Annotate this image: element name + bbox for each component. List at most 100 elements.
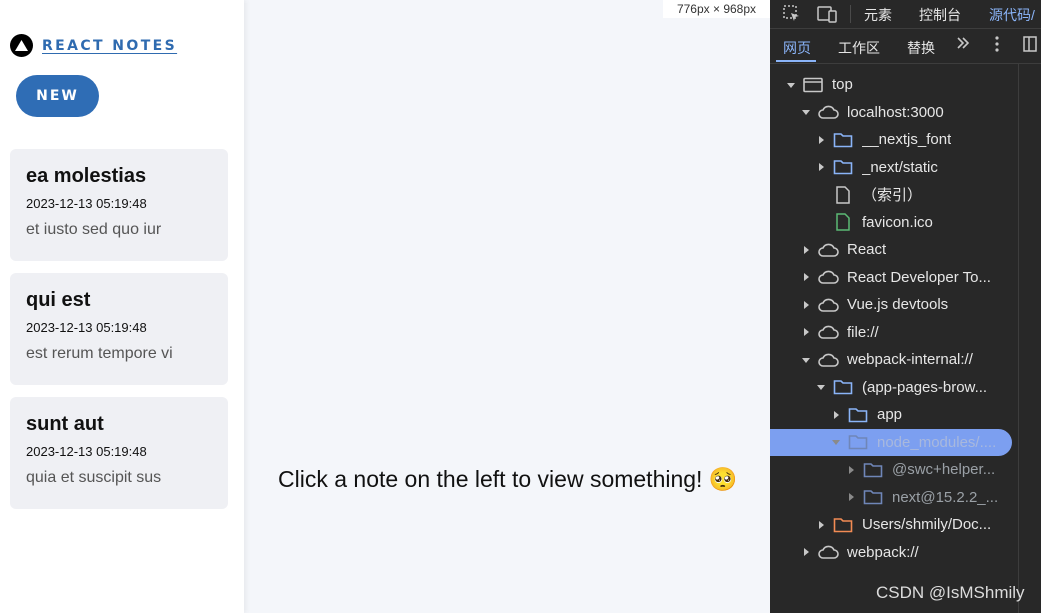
- note-excerpt: quia et suscipit sus: [26, 469, 162, 486]
- tree-item[interactable]: Vue.js devtools: [770, 291, 1018, 318]
- tree-item-label: webpack://: [847, 543, 919, 561]
- devtools-toolbar: 元素 控制台 源代码/: [770, 0, 1041, 29]
- empty-state-message: Click a note on the left to view somethi…: [278, 466, 738, 492]
- tree-item-label: （索引）: [862, 187, 923, 204]
- sidebar: REACT NOTES NEW ea molestias 2023-12-13 …: [0, 0, 244, 613]
- note-title: sunt aut: [26, 413, 104, 435]
- logo-link[interactable]: REACT NOTES: [10, 34, 177, 57]
- tree-item[interactable]: （索引）: [770, 181, 1018, 208]
- cloud-icon: [817, 103, 839, 121]
- tree-item[interactable]: localhost:3000: [770, 99, 1018, 126]
- cloud-icon: [817, 323, 839, 341]
- file-icon: [832, 185, 854, 204]
- tree-item-label: React: [847, 241, 887, 258]
- watermark: CSDN @IsMShmily: [876, 583, 1025, 602]
- note-time: 2023-12-13 05:19:48: [26, 320, 147, 335]
- tree-item-label: app: [877, 406, 903, 423]
- note-card[interactable]: ea molestias 2023-12-13 05:19:48 et iust…: [10, 149, 228, 261]
- expanded-arrow-icon[interactable]: [801, 107, 811, 117]
- note-title: qui est: [26, 289, 91, 311]
- tab-elements[interactable]: 元素: [864, 5, 892, 25]
- tab-page[interactable]: 网页: [783, 38, 811, 58]
- devtools-panel: 元素 控制台 源代码/ 网页 工作区 替换 top localhost:3000 _…: [770, 0, 1041, 613]
- tree-item[interactable]: webpack://: [770, 539, 1018, 566]
- tab-workspace[interactable]: 工作区: [838, 38, 880, 58]
- collapsed-arrow-icon[interactable]: [801, 547, 811, 557]
- tree-item-label: next@15.2.2_...: [892, 488, 999, 506]
- tab-overrides[interactable]: 替换: [907, 38, 935, 58]
- sources-navigator-tabs: 网页 工作区 替换: [770, 29, 1041, 64]
- tree-item-label: favicon.ico: [862, 213, 933, 231]
- expanded-arrow-icon[interactable]: [831, 437, 841, 447]
- new-note-button[interactable]: NEW: [16, 75, 99, 117]
- tree-item[interactable]: Users/shmily/Doc...: [770, 511, 1018, 538]
- tree-item[interactable]: top: [770, 71, 1018, 98]
- tree-item[interactable]: favicon.ico: [770, 209, 1018, 236]
- cloud-icon: [817, 268, 839, 286]
- collapsed-arrow-icon[interactable]: [846, 492, 856, 502]
- folder-icon: [832, 378, 854, 396]
- tree-item[interactable]: _next/static: [770, 154, 1018, 181]
- expanded-arrow-icon[interactable]: [816, 382, 826, 392]
- file-green-icon: [832, 213, 854, 231]
- tree-item[interactable]: (app-pages-brow...: [770, 374, 1018, 401]
- tree-item[interactable]: @swc+helper...: [770, 456, 1018, 483]
- viewport-size-label: 776px × 968px: [663, 0, 770, 18]
- inspect-element-icon[interactable]: [782, 4, 802, 24]
- note-card[interactable]: qui est 2023-12-13 05:19:48 est rerum te…: [10, 273, 228, 385]
- cloud-icon: [817, 241, 839, 259]
- tree-item-label: webpack-internal://: [847, 351, 973, 368]
- tree-item-label: __nextjs_font: [862, 131, 952, 148]
- tree-item[interactable]: __nextjs_font: [770, 126, 1018, 153]
- folder-orange-icon: [832, 516, 854, 534]
- collapsed-arrow-icon[interactable]: [816, 135, 826, 145]
- tree-item-label: React Developer To...: [847, 268, 991, 286]
- collapsed-arrow-icon[interactable]: [801, 272, 811, 282]
- collapsed-arrow-icon[interactable]: [816, 162, 826, 172]
- tree-item[interactable]: next@15.2.2_...: [770, 484, 1018, 511]
- more-options-icon[interactable]: [989, 35, 1005, 56]
- tree-item-label: _next/static: [862, 158, 938, 176]
- window-icon: [802, 76, 824, 94]
- tree-item-label: (app-pages-brow...: [862, 378, 988, 396]
- collapsed-arrow-icon[interactable]: [846, 465, 856, 475]
- folder-icon: [862, 488, 884, 506]
- collapsed-arrow-icon[interactable]: [801, 300, 811, 310]
- note-excerpt: et iusto sed quo iur: [26, 221, 162, 238]
- tree-item[interactable]: app: [770, 401, 1018, 428]
- more-tabs-icon[interactable]: [955, 35, 971, 54]
- cloud-icon: [817, 296, 839, 314]
- tree-item[interactable]: node_modules/....: [770, 428, 1012, 456]
- tab-sources[interactable]: 源代码/: [989, 5, 1035, 25]
- logo-icon: [10, 34, 33, 57]
- tree-item-label: top: [832, 76, 853, 93]
- cloud-icon: [817, 543, 839, 561]
- tree-item[interactable]: React Developer To...: [770, 264, 1018, 291]
- folder-icon: [832, 131, 854, 149]
- tree-item[interactable]: webpack-internal://: [770, 346, 1018, 373]
- toolbar-divider: [850, 5, 851, 23]
- tree-item-label: localhost:3000: [847, 103, 944, 121]
- tree-item[interactable]: file://: [770, 319, 1018, 346]
- tab-console[interactable]: 控制台: [919, 5, 961, 25]
- cloud-icon: [817, 351, 839, 369]
- folder-icon: [847, 433, 869, 451]
- folder-icon: [862, 461, 884, 479]
- tree-item-label: node_modules/....: [877, 433, 997, 451]
- toggle-sidebar-icon[interactable]: [1022, 35, 1038, 56]
- collapsed-arrow-icon[interactable]: [831, 410, 841, 420]
- navigator-divider: [1018, 63, 1019, 613]
- expanded-arrow-icon[interactable]: [786, 80, 796, 90]
- device-toolbar-icon[interactable]: [816, 4, 837, 24]
- collapsed-arrow-icon[interactable]: [816, 520, 826, 530]
- logo-text[interactable]: REACT NOTES: [42, 38, 177, 54]
- collapsed-arrow-icon[interactable]: [801, 327, 811, 337]
- tree-item[interactable]: React: [770, 236, 1018, 263]
- note-excerpt: est rerum tempore vi: [26, 345, 173, 362]
- folder-icon: [832, 158, 854, 176]
- tree-item-label: Users/shmily/Doc...: [862, 516, 992, 533]
- collapsed-arrow-icon[interactable]: [801, 245, 811, 255]
- expanded-arrow-icon[interactable]: [801, 355, 811, 365]
- note-card[interactable]: sunt aut 2023-12-13 05:19:48 quia et sus…: [10, 397, 228, 509]
- active-tab-indicator: [776, 60, 816, 62]
